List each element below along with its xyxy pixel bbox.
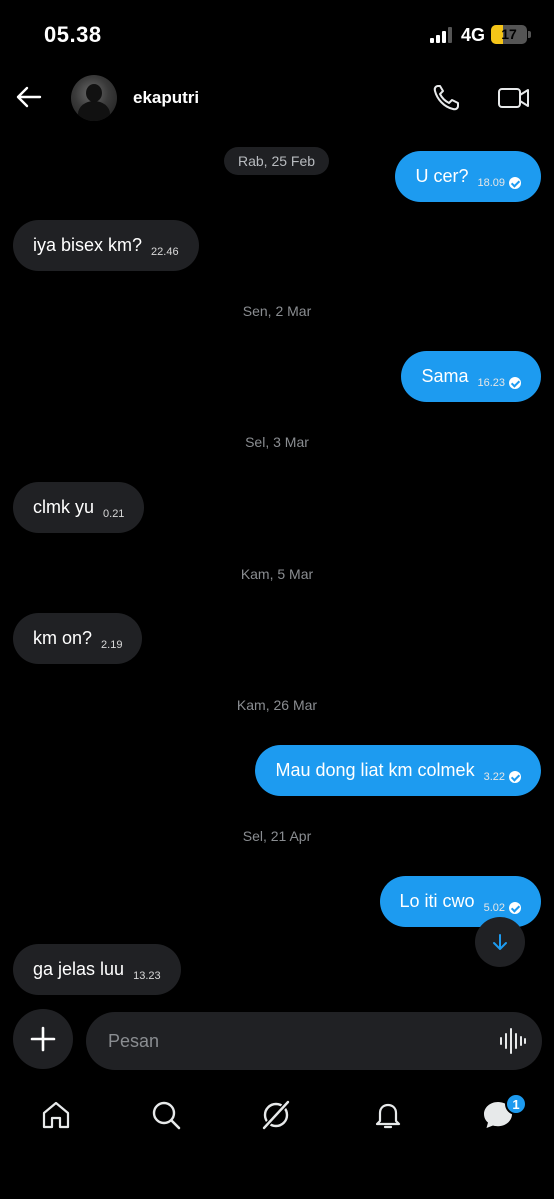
date-separator: Rab, 25 Feb [224, 147, 330, 175]
date-separator: Sen, 2 Mar [242, 303, 312, 319]
date-separator: Kam, 26 Mar [236, 697, 318, 713]
bell-icon [375, 1103, 401, 1129]
message-bubble-incoming[interactable]: clmk yu 0.21 [13, 482, 145, 533]
message-time: 2.19 [101, 638, 123, 651]
home-icon [42, 1101, 70, 1129]
status-bar: 05.38 4G 17 [0, 0, 554, 70]
nav-search[interactable] [148, 1097, 184, 1133]
date-separator: Kam, 5 Mar [240, 566, 314, 582]
voice-message-button[interactable] [498, 1027, 526, 1055]
message-text: clmk yu [33, 497, 95, 517]
date-separator: Sel, 21 Apr [242, 828, 312, 844]
nav-grok[interactable] [258, 1097, 294, 1133]
message-bubble-outgoing[interactable]: Lo iti cwo 5.02 [379, 876, 541, 927]
message-time: 3.22 [483, 770, 505, 783]
message-time: 18.09 [477, 176, 505, 189]
scroll-to-bottom-button[interactable] [475, 917, 525, 967]
voice-wave-icon [500, 1028, 526, 1054]
signal-strength-icon [430, 27, 454, 43]
grok-icon [261, 1099, 291, 1131]
message-time: 5.02 [483, 901, 505, 914]
read-check-icon [509, 901, 521, 914]
battery-tip [528, 31, 531, 38]
nav-home[interactable] [38, 1097, 74, 1133]
video-icon [498, 88, 529, 108]
contact-name[interactable]: ekaputri [133, 88, 199, 108]
message-bubble-incoming[interactable]: km on? 2.19 [13, 613, 143, 664]
battery-icon: 17 [491, 25, 527, 44]
message-time: 22.46 [151, 245, 179, 258]
battery-level: 17 [501, 26, 517, 42]
messages-badge: 1 [505, 1093, 527, 1115]
message-text: U cer? [415, 166, 469, 186]
message-bubble-outgoing[interactable]: U cer? 18.09 [395, 151, 541, 202]
message-time: 16.23 [477, 376, 505, 389]
add-attachment-button[interactable] [13, 1009, 73, 1069]
message-bubble-outgoing[interactable]: Mau dong liat km colmek 3.22 [255, 745, 541, 796]
message-bubble-outgoing[interactable]: Sama 16.23 [401, 351, 541, 402]
back-arrow-icon [16, 86, 42, 108]
message-time: 13.23 [133, 969, 161, 982]
message-text: iya bisex km? [33, 235, 143, 255]
video-call-button[interactable] [497, 83, 531, 113]
read-check-icon [509, 176, 521, 189]
status-time: 05.38 [44, 22, 102, 47]
nav-notifications[interactable] [370, 1097, 406, 1133]
search-icon [152, 1101, 181, 1130]
message-text: Mau dong liat km colmek [275, 760, 475, 780]
bottom-nav [0, 1085, 554, 1145]
call-button[interactable] [431, 83, 461, 113]
date-separator: Sel, 3 Mar [245, 434, 309, 450]
phone-icon [433, 85, 459, 111]
back-button[interactable] [12, 82, 46, 112]
arrow-down-icon [493, 934, 507, 950]
plus-icon [30, 1026, 56, 1052]
message-input[interactable] [108, 1012, 478, 1070]
message-composer [86, 1012, 542, 1070]
read-check-icon [509, 376, 521, 389]
avatar[interactable] [71, 75, 117, 121]
network-type: 4G [461, 25, 486, 45]
message-time: 0.21 [103, 507, 125, 520]
message-text: Lo iti cwo [399, 891, 475, 911]
message-bubble-incoming[interactable]: ga jelas luu 13.23 [13, 944, 181, 995]
read-check-icon [509, 770, 521, 783]
chat-header: ekaputri [0, 70, 554, 130]
message-text: km on? [33, 628, 93, 648]
message-bubble-incoming[interactable]: iya bisex km? 22.46 [13, 220, 199, 271]
message-text: Sama [421, 366, 469, 386]
message-text: ga jelas luu [33, 959, 125, 979]
